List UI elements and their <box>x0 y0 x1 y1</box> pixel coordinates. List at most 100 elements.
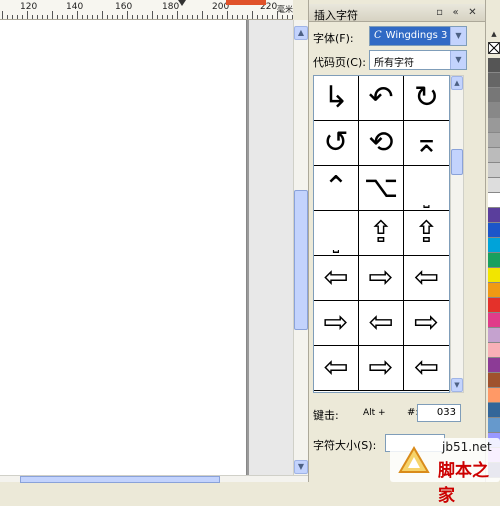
color-swatch[interactable] <box>488 163 500 178</box>
ruler-tick <box>232 15 233 19</box>
drawing-canvas[interactable] <box>0 20 293 475</box>
character-cell[interactable]: ↺ <box>314 121 359 166</box>
pin-icon[interactable]: ▫ <box>433 6 446 19</box>
chevron-down-icon[interactable]: ▼ <box>450 51 466 69</box>
color-palette: ▲ <box>485 0 500 482</box>
char-size-label: 字符大小(S): <box>313 439 377 452</box>
color-swatch[interactable] <box>488 313 500 328</box>
color-swatch[interactable] <box>488 73 500 88</box>
ruler-tick <box>142 15 143 19</box>
ruler-tick <box>262 15 263 19</box>
ruler-tick <box>272 15 273 19</box>
horizontal-scrollbar[interactable] <box>0 475 308 483</box>
ruler-tick <box>162 15 163 19</box>
ruler-tick <box>197 15 198 19</box>
character-cell[interactable]: ⇦ <box>404 346 449 391</box>
color-swatch[interactable] <box>488 403 500 418</box>
char-code-input[interactable]: 033 <box>417 404 461 422</box>
grid-scrollbar[interactable]: ▲ ▼ <box>450 75 464 393</box>
color-swatch[interactable] <box>488 358 500 373</box>
ruler-tick <box>137 15 138 19</box>
keystroke-row: 键击: Alt + #: 033 <box>313 404 483 424</box>
color-swatch[interactable] <box>488 133 500 148</box>
character-cell[interactable]: ⌃ <box>314 166 359 211</box>
character-cell[interactable]: ⎵ <box>314 211 359 256</box>
no-fill-swatch[interactable] <box>488 42 500 54</box>
character-cell[interactable]: ⇦ <box>404 256 449 301</box>
character-cell[interactable]: ⇦ <box>314 346 359 391</box>
ruler-label: 160 <box>115 2 133 12</box>
font-value: Wingdings 3 <box>385 30 448 41</box>
ruler-tick <box>77 11 78 19</box>
color-swatch[interactable] <box>488 343 500 358</box>
palette-scroll-up-icon[interactable]: ▲ <box>488 28 500 40</box>
codepage-dropdown[interactable]: 所有字符 ▼ <box>369 50 467 70</box>
scroll-up-arrow-icon[interactable]: ▲ <box>451 76 463 90</box>
character-cell[interactable]: ⌅ <box>404 121 449 166</box>
color-swatch[interactable] <box>488 388 500 403</box>
grid-scroll-thumb[interactable] <box>451 149 463 175</box>
ruler-tick <box>247 15 248 19</box>
minimize-icon[interactable]: « <box>449 6 462 19</box>
vertical-scrollbar[interactable]: ▲ ▼ <box>293 20 308 475</box>
scroll-thumb[interactable] <box>294 190 308 330</box>
color-swatch[interactable] <box>488 103 500 118</box>
ruler-tick <box>252 11 253 19</box>
ruler-tick <box>22 15 23 19</box>
color-swatch[interactable] <box>488 208 500 223</box>
character-cell[interactable]: ⟲ <box>359 121 404 166</box>
character-cell[interactable]: ⇨ <box>359 346 404 391</box>
color-swatch[interactable] <box>488 58 500 73</box>
color-swatch[interactable] <box>488 373 500 388</box>
docker-title: 插入字符 <box>314 9 358 22</box>
font-row: 字体(F): C Wingdings 3 ▼ <box>313 26 483 46</box>
ruler-tick <box>12 15 13 19</box>
character-cell[interactable]: ↶ <box>359 76 404 121</box>
close-icon[interactable]: ✕ <box>466 6 479 19</box>
watermark-site: jb51.net <box>442 440 492 454</box>
ruler-tick <box>292 15 293 19</box>
character-grid[interactable]: ↳ ↶ ↻ ↺ ⟲ ⌅ ⌃ ⌥ ⎵ ⎵ ⇪ ⇪ ⇦ ⇨ ⇦ ⇨ ⇦ ⇨ ⇦ ⇨ ⇦ <box>313 75 450 393</box>
ruler-tick <box>37 15 38 19</box>
scroll-down-arrow-icon[interactable]: ▼ <box>294 460 308 474</box>
ruler-tick <box>267 15 268 19</box>
character-grid-cells: ↳ ↶ ↻ ↺ ⟲ ⌅ ⌃ ⌥ ⎵ ⎵ ⇪ ⇪ ⇦ ⇨ ⇦ ⇨ ⇦ ⇨ ⇦ ⇨ ⇦ <box>314 76 449 391</box>
character-cell[interactable]: ⇨ <box>314 301 359 346</box>
scroll-down-arrow-icon[interactable]: ▼ <box>451 378 463 392</box>
font-label: 字体(F): <box>313 32 354 45</box>
font-dropdown[interactable]: C Wingdings 3 ▼ <box>369 26 467 46</box>
character-cell[interactable]: ⇨ <box>404 301 449 346</box>
color-swatch[interactable] <box>488 298 500 313</box>
character-cell[interactable]: ↻ <box>404 76 449 121</box>
ruler-tick <box>2 11 3 19</box>
character-cell[interactable]: ⇦ <box>359 301 404 346</box>
color-swatch[interactable] <box>488 178 500 193</box>
color-swatch[interactable] <box>488 88 500 103</box>
character-cell[interactable]: ⇪ <box>404 211 449 256</box>
color-swatch[interactable] <box>488 118 500 133</box>
color-swatch[interactable] <box>488 238 500 253</box>
ruler-tick <box>202 11 203 19</box>
character-cell[interactable]: ⇪ <box>359 211 404 256</box>
color-swatch[interactable] <box>488 328 500 343</box>
color-swatch[interactable] <box>488 253 500 268</box>
color-swatch[interactable] <box>488 193 500 208</box>
ruler-tick <box>7 15 8 19</box>
color-swatch[interactable] <box>488 283 500 298</box>
ruler-tick <box>207 15 208 19</box>
site-watermark: jb51.net 脚本之家 <box>390 438 500 506</box>
chevron-down-icon[interactable]: ▼ <box>450 27 466 45</box>
character-cell[interactable]: ⇦ <box>314 256 359 301</box>
document-page[interactable] <box>0 20 247 475</box>
color-swatch[interactable] <box>488 268 500 283</box>
character-cell[interactable]: ↳ <box>314 76 359 121</box>
color-swatch[interactable] <box>488 148 500 163</box>
color-swatch[interactable] <box>488 418 500 433</box>
character-cell[interactable]: ⌥ <box>359 166 404 211</box>
character-cell[interactable]: ⎵ <box>404 166 449 211</box>
character-cell[interactable]: ⇨ <box>359 256 404 301</box>
color-swatch[interactable] <box>488 223 500 238</box>
ruler-tick <box>222 15 223 19</box>
scroll-up-arrow-icon[interactable]: ▲ <box>294 26 308 40</box>
ruler-tick <box>227 11 228 19</box>
